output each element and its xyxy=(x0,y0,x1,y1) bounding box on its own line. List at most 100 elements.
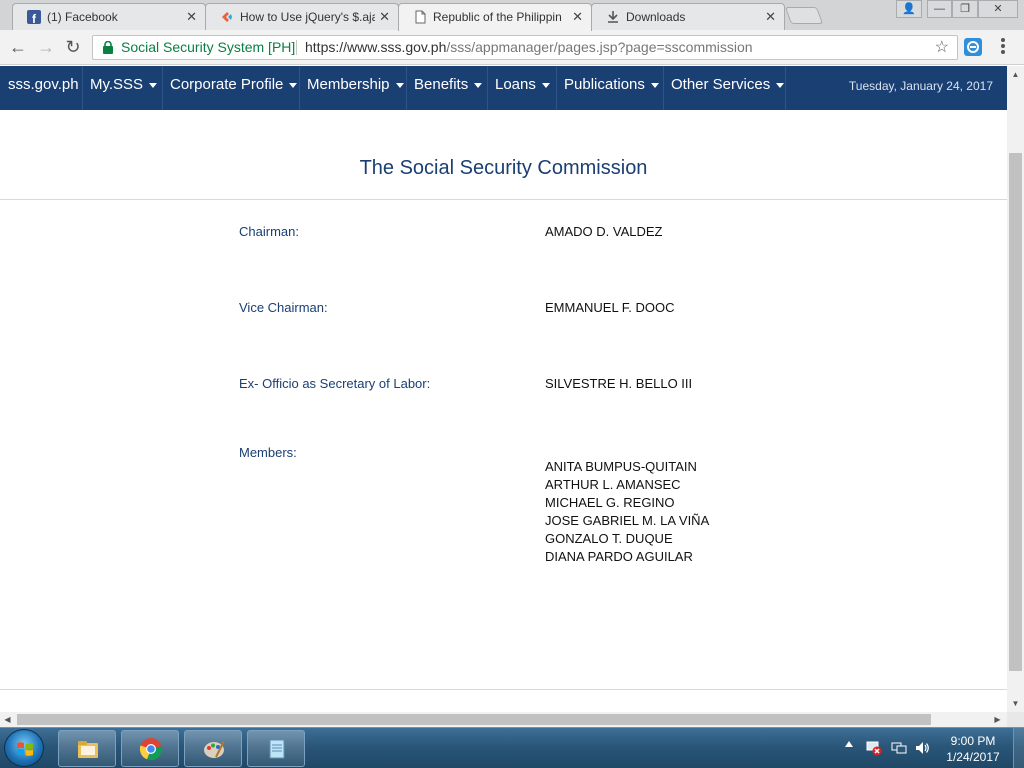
nav-item-mysss[interactable]: My.SSS xyxy=(82,66,163,110)
notepad-icon xyxy=(269,739,285,759)
nav-item-corporate-profile[interactable]: Corporate Profile xyxy=(162,66,300,110)
close-icon[interactable]: ✕ xyxy=(765,9,776,25)
person-name-ex-officio: SILVESTRE H. BELLO III xyxy=(545,376,693,391)
nav-home-link[interactable]: sss.gov.ph xyxy=(0,66,83,110)
close-icon[interactable]: ✕ xyxy=(572,9,583,25)
site-navigation: sss.gov.ph My.SSS Corporate Profile Memb… xyxy=(0,66,1007,110)
windows-logo-icon xyxy=(17,742,33,756)
vertical-scroll-thumb[interactable] xyxy=(1009,153,1022,671)
start-button[interactable] xyxy=(4,729,44,767)
nav-label: Loans xyxy=(495,76,536,93)
nav-label: Corporate Profile xyxy=(170,76,284,93)
tab-downloads[interactable]: Downloads ✕ xyxy=(591,3,785,30)
bookmark-star-icon[interactable]: ☆ xyxy=(935,36,949,59)
tab-title: (1) Facebook xyxy=(47,10,118,24)
taskbar-chrome-button[interactable] xyxy=(121,730,179,767)
new-tab-button[interactable] xyxy=(784,7,824,24)
person-name-chairman: AMADO D. VALDEZ xyxy=(545,224,663,239)
taskbar-paint-button[interactable] xyxy=(184,730,242,767)
member-name: JOSE GABRIEL M. LA VIÑA xyxy=(545,513,710,528)
nav-item-membership[interactable]: Membership xyxy=(299,66,407,110)
caret-down-icon xyxy=(776,82,785,88)
role-label-vice-chairman: Vice Chairman: xyxy=(239,300,328,315)
nav-label: Publications xyxy=(564,76,645,93)
system-clock[interactable]: 9:00 PM 1/24/2017 xyxy=(937,733,1009,765)
role-label-chairman: Chairman: xyxy=(239,224,299,239)
url-path: /sss/appmanager/pages.jsp?page=sscommiss… xyxy=(446,39,753,55)
reload-button[interactable]: ↻ xyxy=(63,37,83,57)
tab-jquery[interactable]: How to Use jQuery's $.aja ✕ xyxy=(205,3,399,30)
address-bar[interactable]: Social Security System [PH] https://www.… xyxy=(92,35,958,60)
display-icon[interactable] xyxy=(891,740,907,756)
nav-label: Membership xyxy=(307,76,390,93)
nav-label: Benefits xyxy=(414,76,469,93)
maximize-button[interactable]: ❐ xyxy=(952,0,978,18)
extension-icon[interactable] xyxy=(964,38,982,56)
nav-item-other-services[interactable]: Other Services xyxy=(663,66,786,110)
clock-date: 1/24/2017 xyxy=(946,750,1000,764)
network-error-icon[interactable] xyxy=(866,740,882,756)
nav-label: My.SSS xyxy=(90,76,144,93)
nav-item-loans[interactable]: Loans xyxy=(487,66,557,110)
scroll-right-arrow-icon[interactable]: ▶ xyxy=(990,712,1005,727)
member-name: GONZALO T. DUQUE xyxy=(545,531,673,546)
current-date: Tuesday, January 24, 2017 xyxy=(848,79,993,93)
caret-down-icon xyxy=(541,82,550,88)
caret-down-icon xyxy=(395,82,404,88)
show-hidden-icons-arrow-icon[interactable] xyxy=(845,741,853,747)
clock-time: 9:00 PM xyxy=(950,734,996,748)
caret-down-icon xyxy=(650,82,659,88)
member-name: MICHAEL G. REGINO xyxy=(545,495,675,510)
tab-sss-active[interactable]: Republic of the Philippin ✕ xyxy=(398,3,592,31)
vertical-scrollbar[interactable]: ▲ ▼ xyxy=(1007,66,1024,712)
nav-label: Other Services xyxy=(671,76,771,93)
paint-icon xyxy=(204,740,225,758)
browser-tab-strip: f (1) Facebook ✕ How to Use jQuery's $.a… xyxy=(0,0,1024,31)
forward-button[interactable]: → xyxy=(36,37,56,57)
sitepoint-icon xyxy=(222,12,232,22)
nav-item-publications[interactable]: Publications xyxy=(556,66,664,110)
divider xyxy=(296,40,297,55)
role-label-members: Members: xyxy=(239,445,297,460)
taskbar-explorer-button[interactable] xyxy=(58,730,116,767)
windows-taskbar: 9:00 PM 1/24/2017 xyxy=(0,727,1024,768)
tab-title: Republic of the Philippin xyxy=(433,10,562,24)
caret-down-icon xyxy=(474,82,483,88)
horizontal-scroll-thumb[interactable] xyxy=(17,714,931,725)
chrome-menu-icon[interactable] xyxy=(1000,38,1006,56)
security-label: Social Security System [PH] xyxy=(121,39,296,55)
role-label-ex-officio: Ex- Officio as Secretary of Labor: xyxy=(239,376,431,391)
url-host: https://www.sss.gov.ph xyxy=(305,39,447,55)
back-button[interactable]: ← xyxy=(8,37,28,57)
close-icon[interactable]: ✕ xyxy=(379,9,390,25)
url-text[interactable]: https://www.sss.gov.ph/sss/appmanager/pa… xyxy=(305,36,753,59)
lock-icon xyxy=(103,41,113,54)
nav-item-benefits[interactable]: Benefits xyxy=(406,66,488,110)
close-window-button[interactable]: ✕ xyxy=(978,0,1018,18)
caret-down-icon xyxy=(289,82,298,88)
members-list: ANITA BUMPUS-QUITAIN ARTHUR L. AMANSEC M… xyxy=(545,458,709,566)
extension-glyph-icon xyxy=(967,41,979,53)
page-title: The Social Security Commission xyxy=(359,157,648,179)
member-name: DIANA PARDO AGUILAR xyxy=(545,549,693,564)
tab-title: Downloads xyxy=(626,10,686,24)
tab-facebook[interactable]: f (1) Facebook ✕ xyxy=(12,3,206,30)
member-name: ARTHUR L. AMANSEC xyxy=(545,477,681,492)
chrome-icon xyxy=(139,738,162,761)
main-content: The Social Security Commission Chairman:… xyxy=(0,110,1007,712)
scroll-down-arrow-icon[interactable]: ▼ xyxy=(1007,695,1024,712)
browser-toolbar: ← → ↻ Social Security System [PH] https:… xyxy=(0,30,1024,65)
close-icon[interactable]: ✕ xyxy=(186,9,197,25)
scroll-left-arrow-icon[interactable]: ◀ xyxy=(0,712,15,727)
minimize-button[interactable]: — xyxy=(927,0,952,18)
volume-icon[interactable] xyxy=(914,740,930,756)
document-icon xyxy=(415,10,426,24)
taskbar-notepad-button[interactable] xyxy=(247,730,305,767)
user-profile-icon[interactable]: 👤 xyxy=(896,0,922,18)
facebook-icon: f xyxy=(27,10,41,24)
scroll-up-arrow-icon[interactable]: ▲ xyxy=(1007,66,1024,83)
show-desktop-button[interactable] xyxy=(1013,728,1024,768)
tab-title: How to Use jQuery's $.aja xyxy=(240,10,375,24)
explorer-icon xyxy=(78,741,98,758)
horizontal-scrollbar[interactable]: ◀ ▶ xyxy=(0,712,1007,727)
